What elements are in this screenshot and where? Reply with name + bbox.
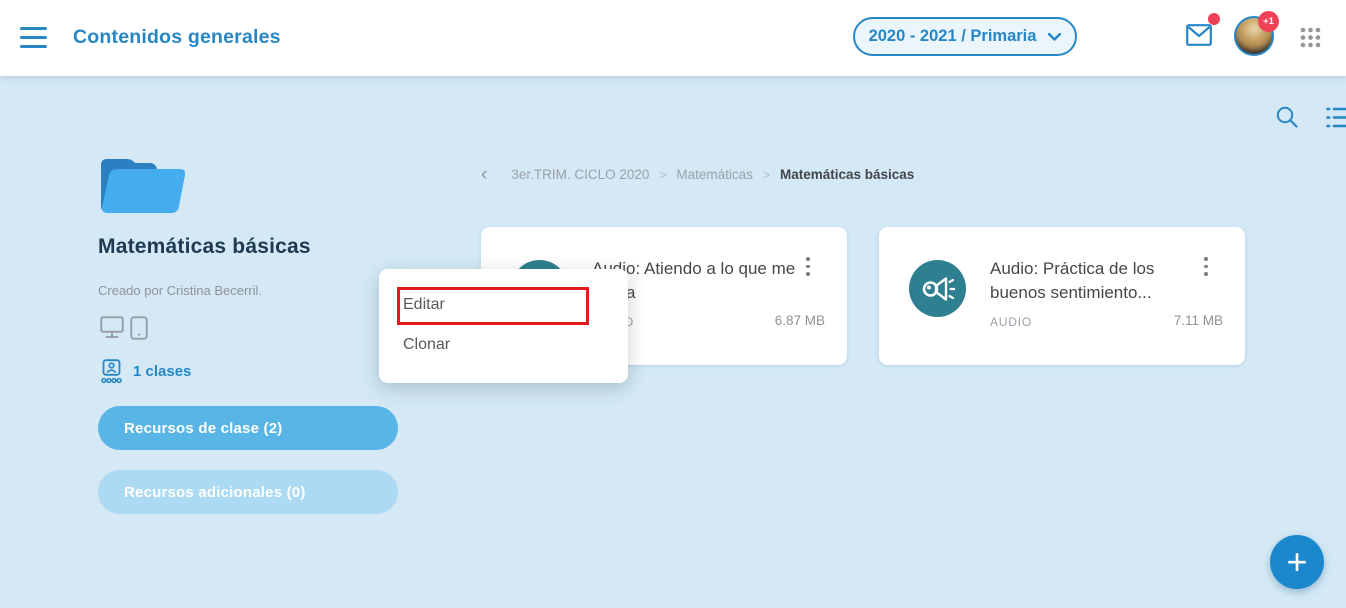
additional-resources-button[interactable]: Recursos adicionales (0) bbox=[98, 470, 398, 514]
resource-size-label: 6.87 MB bbox=[775, 313, 825, 328]
top-header: Contenidos generales 2020 - 2021 / Prima… bbox=[0, 0, 1346, 76]
audio-type-icon bbox=[909, 260, 966, 317]
chevron-down-icon bbox=[1048, 33, 1061, 41]
add-resource-fab[interactable]: + bbox=[1270, 535, 1324, 589]
tablet-icon bbox=[130, 316, 148, 340]
breadcrumb-back-icon[interactable]: ‹ bbox=[481, 168, 487, 181]
breadcrumb-separator: > bbox=[659, 168, 666, 182]
menu-item-editar[interactable]: Editar bbox=[379, 285, 628, 325]
kebab-menu-icon[interactable] bbox=[1204, 257, 1208, 280]
breadcrumb: ‹ 3er.TRIM. CICLO 2020 > Matemáticas > M… bbox=[481, 167, 914, 182]
hamburger-menu-icon[interactable] bbox=[20, 27, 47, 48]
created-by-text: Creado por Cristina Becerril. bbox=[98, 283, 262, 298]
breadcrumb-item-current: Matemáticas básicas bbox=[780, 167, 914, 182]
mail-icon bbox=[1186, 24, 1212, 46]
resource-title: Audio: Práctica de los buenos sentimient… bbox=[990, 257, 1198, 305]
audio-speaker-icon bbox=[921, 273, 955, 305]
resource-card[interactable]: Audio: Práctica de los buenos sentimient… bbox=[879, 227, 1245, 365]
mail-button[interactable] bbox=[1186, 24, 1216, 54]
avatar[interactable]: +1 bbox=[1234, 16, 1274, 56]
page-title: Contenidos generales bbox=[73, 26, 281, 49]
resource-type-label: AUDIO bbox=[990, 315, 1032, 329]
menu-item-clonar[interactable]: Clonar bbox=[379, 325, 628, 365]
search-icon[interactable] bbox=[1275, 105, 1299, 129]
folder-icon bbox=[95, 150, 191, 218]
desktop-icon bbox=[100, 316, 124, 339]
kebab-menu-icon[interactable] bbox=[806, 257, 810, 280]
avatar-notification-badge: +1 bbox=[1258, 11, 1279, 32]
period-selector-label: 2020 - 2021 / Primaria bbox=[869, 27, 1037, 46]
folder-title: Matemáticas básicas bbox=[98, 235, 311, 259]
classes-count-label: 1 clases bbox=[133, 363, 191, 380]
class-resources-button[interactable]: Recursos de clase (2) bbox=[98, 406, 398, 450]
device-compatibility-icons bbox=[100, 316, 148, 340]
breadcrumb-separator: > bbox=[763, 168, 770, 182]
period-selector-dropdown[interactable]: 2020 - 2021 / Primaria bbox=[853, 17, 1077, 56]
classes-icon bbox=[101, 359, 122, 384]
list-view-icon[interactable] bbox=[1326, 107, 1346, 128]
breadcrumb-item[interactable]: Matemáticas bbox=[676, 167, 753, 182]
context-menu: Editar Clonar bbox=[379, 269, 628, 383]
classes-link[interactable]: 1 clases bbox=[101, 359, 191, 384]
resource-size-label: 7.11 MB bbox=[1174, 313, 1223, 328]
app-grid-icon[interactable] bbox=[1299, 26, 1322, 49]
notification-dot bbox=[1208, 13, 1220, 25]
breadcrumb-item[interactable]: 3er.TRIM. CICLO 2020 bbox=[511, 167, 649, 182]
